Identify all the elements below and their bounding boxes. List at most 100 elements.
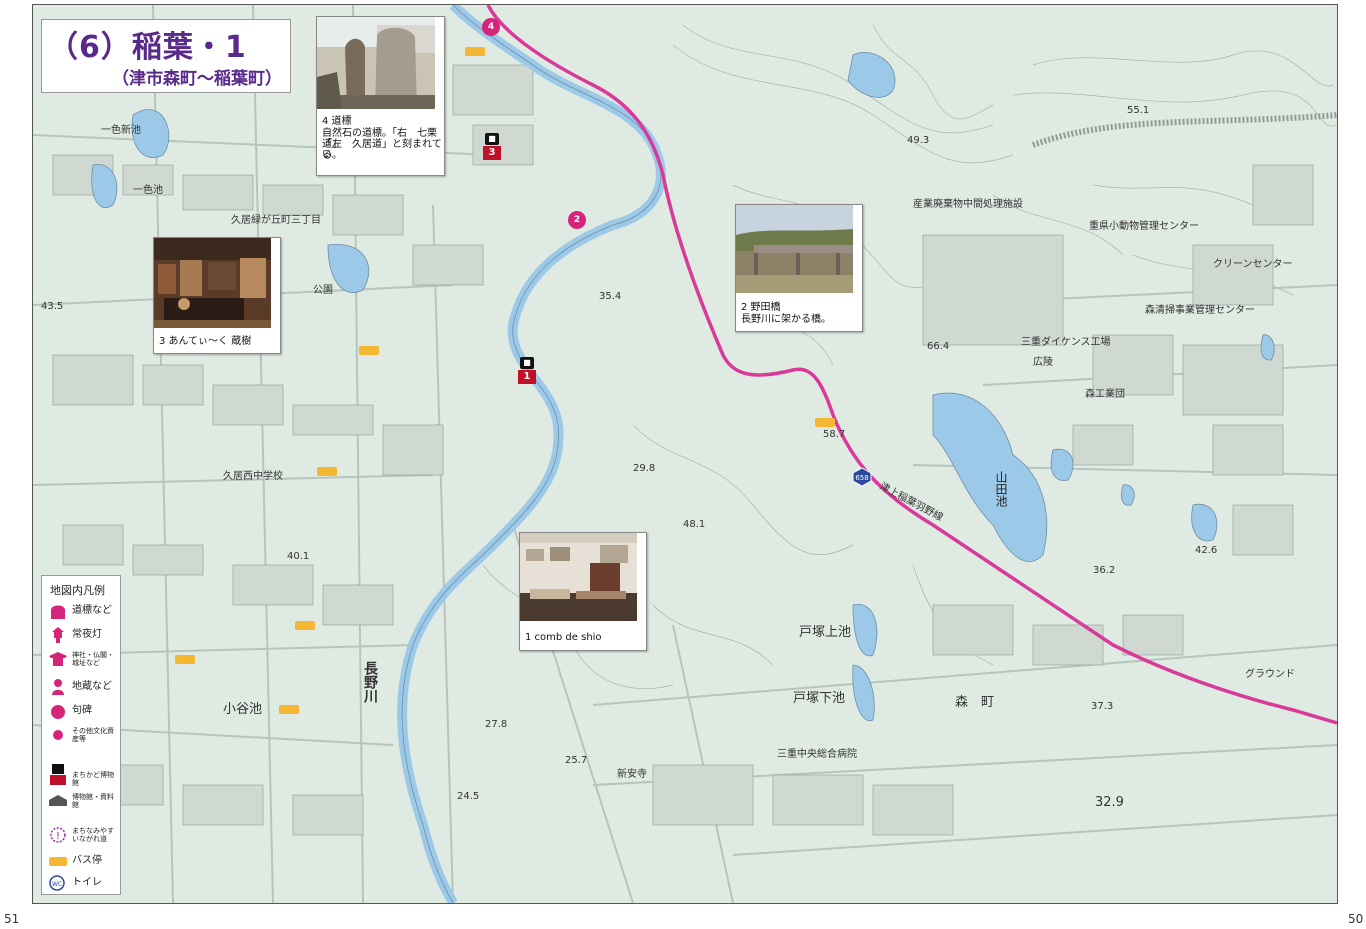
elevation-label: 32.9 <box>1095 795 1124 810</box>
bus-stop-icon[interactable] <box>175 655 195 664</box>
legend-title: 地図内凡例 <box>50 584 105 597</box>
legend-label: 句碑 <box>72 705 92 716</box>
legend-label: その他文化資産等 <box>72 727 114 743</box>
legend-label: まちかど博物館 <box>72 771 114 787</box>
photo-bridge <box>736 205 853 293</box>
map-drawing <box>33 5 1337 903</box>
legend-label: バス停 <box>72 855 102 866</box>
elevation-label: 48.1 <box>683 519 706 530</box>
ground-label: グラウンド <box>1245 669 1295 680</box>
legend-item-milestone: 道標など <box>48 602 118 624</box>
legend-item-machikado: まちかど博物館 <box>48 764 118 787</box>
jizo-icon <box>52 679 64 695</box>
photo-antique-shop <box>154 238 271 328</box>
route-number: 658 <box>855 474 868 482</box>
animal-center-label: 重県小動物管理センター <box>1089 221 1199 232</box>
museum-icon <box>49 795 67 806</box>
machikado-museum-marker-1[interactable]: ■ 1 <box>518 357 536 385</box>
photo-card-3[interactable]: 3 あんてぃ〜く 蔵樹 <box>153 237 281 354</box>
machikado-museum-marker-3[interactable]: ■ 3 <box>483 133 501 161</box>
school-label: 久居西中学校 <box>223 471 283 482</box>
elevation-label: 49.3 <box>907 135 930 146</box>
caution-icon: ! <box>50 827 66 843</box>
legend-label: まちなみやすいながれ道 <box>72 827 114 843</box>
page-number-right: 50 <box>1348 912 1364 926</box>
legend-item-shrine: 神社・仏閣・城址など <box>48 650 118 672</box>
poi-marker-2[interactable]: 2 <box>568 211 586 229</box>
pond-label-yamada: 山田池 <box>994 471 1008 507</box>
svg-text:WC: WC <box>52 881 62 888</box>
museum-pin-icon: ■ <box>485 133 499 145</box>
legend-item-bus-stop: バス停 <box>48 852 118 874</box>
toilet-icon: WC <box>49 875 65 891</box>
elevation-label: 35.4 <box>599 291 622 302</box>
photo-card-2[interactable]: 2 野田橋 長野川に架かる橋。 <box>735 204 863 332</box>
photo-card-1[interactable]: 1 comb de shio <box>519 532 647 651</box>
legend-item-toilet: WC トイレ <box>48 874 118 896</box>
photo-card-4[interactable]: 4 道標 自然石の道標。「右 七栗道」 「左 久居道」と刻まれてい る。 <box>316 16 445 176</box>
bus-stop-icon[interactable] <box>359 346 379 355</box>
photo-caption-title: 2 野田橋 <box>741 302 781 313</box>
poi-marker-4[interactable]: 4 <box>482 18 500 36</box>
legend-label: 博物館・資料館 <box>72 793 114 809</box>
route-658-badge: 658 <box>852 467 872 487</box>
map-canvas[interactable]: 658 4 2 ■ 3 ■ 1 長野川 山田池 戸塚上池 戸塚下池 小谷池 一色… <box>32 4 1338 904</box>
bus-stop-icon[interactable] <box>815 418 835 427</box>
elevation-label: 36.2 <box>1093 565 1116 576</box>
title-box: （6）稲葉・1 （津市森町〜稲葉町） <box>41 19 291 93</box>
legend-item-jizo: 地蔵など <box>48 678 118 700</box>
elevation-label: 66.4 <box>927 341 950 352</box>
page-subtitle: （津市森町〜稲葉町） <box>112 69 282 89</box>
pond-label-tozuka-upper: 戸塚上池 <box>799 625 852 640</box>
elevation-label: 29.8 <box>633 463 656 474</box>
elevation-label: 40.1 <box>287 551 310 562</box>
dot-icon <box>53 730 63 740</box>
photo-caption-title: 3 あんてぃ〜く 蔵樹 <box>159 336 252 347</box>
town-label-mori: 森 町 <box>955 695 995 710</box>
pond-label-tozuka-lower: 戸塚下池 <box>793 691 846 706</box>
bus-stop-icon <box>49 857 67 866</box>
milestone-icon <box>51 605 65 619</box>
pond-label-isshiki: 一色池 <box>133 185 163 196</box>
clean-center-label: クリーンセンター <box>1213 259 1293 270</box>
bus-stop-icon[interactable] <box>295 621 315 630</box>
waste-facility-label: 産業廃棄物中間処理施設 <box>913 199 1023 210</box>
elevation-label: 27.8 <box>485 719 508 730</box>
river-label: 長野川 <box>362 661 378 703</box>
museum-pin-icon: ■ <box>520 357 534 369</box>
kosha-label: 広陵 <box>1033 357 1053 368</box>
machikado-museum-icon <box>50 764 66 785</box>
elevation-label: 37.3 <box>1091 701 1114 712</box>
elevation-label: 42.6 <box>1195 545 1218 556</box>
park-label: 公園 <box>313 285 333 296</box>
elevation-label: 43.5 <box>41 301 64 312</box>
bus-stop-icon[interactable] <box>317 467 337 476</box>
elevation-label: 55.1 <box>1127 105 1150 116</box>
photo-caption-title: 1 comb de shio <box>525 632 602 643</box>
page-number-left: 51 <box>4 912 20 926</box>
legend-label: 地蔵など <box>72 681 112 692</box>
map-legend: 地図内凡例 道標など 常夜灯 神社・仏閣・城址など 地蔵など 句碑 その他文化資… <box>41 575 121 895</box>
elevation-label: 58.7 <box>823 429 846 440</box>
pond-label-oya: 小谷池 <box>223 702 263 717</box>
bus-stop-icon[interactable] <box>465 47 485 56</box>
legend-label: 神社・仏閣・城址など <box>72 651 114 667</box>
elevation-label: 25.7 <box>565 755 588 766</box>
museum-number: 1 <box>518 370 536 384</box>
bus-stop-icon[interactable] <box>279 705 299 714</box>
photo-shop-interior <box>520 533 637 621</box>
legend-item-lantern: 常夜灯 <box>48 626 118 648</box>
industrial-label: 森工業団 <box>1085 389 1125 400</box>
photo-caption-title: 4 道標 <box>322 116 352 127</box>
legend-item-other: その他文化資産等 <box>48 726 118 748</box>
legend-item-haiku: 句碑 <box>48 702 118 724</box>
legend-item-caution-road: ! まちなみやすいながれ道 <box>48 826 118 848</box>
photo-milestone <box>317 17 435 109</box>
shrine-icon <box>49 652 67 666</box>
hospital-label: 三重中央総合病院 <box>777 749 857 760</box>
museum-number: 3 <box>483 146 501 160</box>
cleaning-hq-label: 森清掃事業管理センター <box>1145 305 1255 316</box>
haiku-stone-icon <box>51 705 65 719</box>
svg-text:!: ! <box>56 831 60 842</box>
temple-label: 新安寺 <box>617 769 647 780</box>
